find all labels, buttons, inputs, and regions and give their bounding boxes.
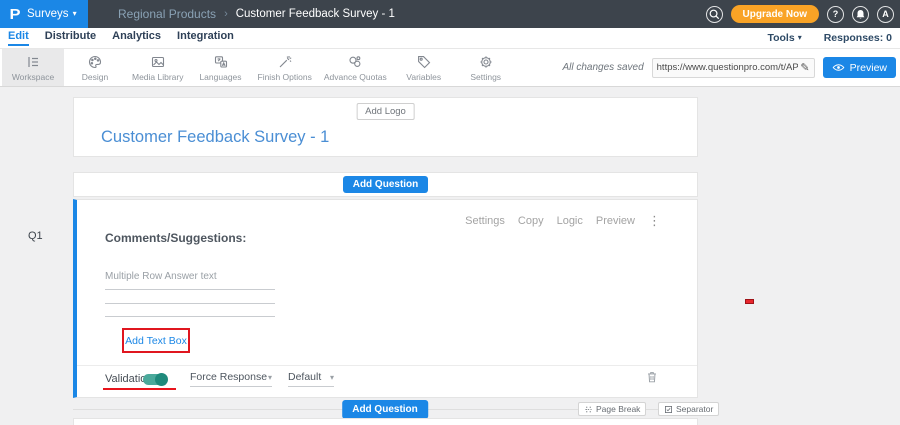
chevron-down-icon: ▾: [798, 34, 802, 42]
survey-url-box: ✎: [652, 58, 815, 78]
survey-url-input[interactable]: [657, 62, 799, 73]
trash-icon: [645, 370, 659, 384]
add-question-button-bottom[interactable]: Add Question: [342, 400, 428, 419]
next-section-card: [73, 418, 698, 425]
tab-edit[interactable]: Edit: [8, 30, 29, 46]
gear-icon: [478, 54, 494, 70]
force-response-dropdown[interactable]: Force Response ▾: [190, 371, 272, 387]
question-actions: Settings Copy Logic Preview ⋮: [465, 213, 661, 229]
question-preview-link[interactable]: Preview: [596, 215, 635, 227]
upgrade-now-button[interactable]: Upgrade Now: [731, 5, 819, 23]
add-question-button-top[interactable]: Add Question: [343, 176, 429, 193]
validation-underline-annotation: [103, 388, 176, 390]
chevron-down-icon: ▾: [268, 373, 272, 382]
add-text-box-link[interactable]: Add Text Box: [125, 335, 187, 347]
top-navigation-bar: P Surveys ▾ Regional Products › Customer…: [0, 0, 900, 28]
toolbar-right: All changes saved ✎ Preview: [562, 48, 896, 87]
search-button[interactable]: [706, 6, 723, 23]
delete-question-button[interactable]: [645, 370, 659, 389]
answer-row-line[interactable]: [105, 289, 275, 290]
default-option-dropdown[interactable]: Default ▾: [288, 371, 334, 387]
palette-icon: [87, 54, 103, 70]
question-settings-link[interactable]: Settings: [465, 215, 505, 227]
toggle-knob: [155, 373, 168, 386]
validation-toggle[interactable]: [143, 374, 167, 385]
breadcrumb-current: Customer Feedback Survey - 1: [236, 8, 395, 20]
add-question-strip: Add Question: [73, 172, 698, 197]
surveys-menu[interactable]: Surveys ▾: [27, 8, 77, 20]
toolbar-item-settings[interactable]: Settings: [455, 49, 517, 86]
survey-header-card: Add Logo Customer Feedback Survey - 1: [73, 97, 698, 157]
toolbar-item-media-library[interactable]: Media Library: [126, 49, 190, 86]
questionpro-logo-icon: P: [9, 6, 20, 23]
red-dash-annotation: [745, 299, 754, 304]
more-options-icon[interactable]: ⋮: [648, 213, 661, 229]
answer-placeholder[interactable]: Multiple Row Answer text: [105, 271, 217, 282]
answer-row-line[interactable]: [105, 316, 275, 317]
toolbar-item-finish-options[interactable]: Finish Options: [252, 49, 318, 86]
breadcrumb-parent[interactable]: Regional Products: [118, 7, 216, 21]
toolbar-item-advance-quotas[interactable]: Advance Quotas: [318, 49, 393, 86]
account-avatar[interactable]: A: [877, 6, 894, 23]
toolbar-item-workspace[interactable]: Workspace: [2, 49, 64, 86]
notifications-button[interactable]: [852, 6, 869, 23]
section-tabbar: Edit Distribute Analytics Integration To…: [0, 28, 900, 48]
page-break-button[interactable]: Page Break: [578, 402, 646, 416]
tab-analytics[interactable]: Analytics: [112, 30, 161, 46]
survey-title[interactable]: Customer Feedback Survey - 1: [101, 128, 329, 147]
responses-count[interactable]: Responses: 0: [824, 32, 892, 44]
breadcrumb: Regional Products › Customer Feedback Su…: [118, 7, 395, 21]
eye-icon: [832, 61, 845, 74]
image-icon: [150, 54, 166, 70]
quotas-icon: [347, 54, 363, 70]
chevron-down-icon: ▾: [73, 10, 77, 18]
save-status: All changes saved: [562, 62, 643, 73]
separator-checkbox-icon: [664, 405, 673, 414]
answer-row-line[interactable]: [105, 303, 275, 304]
edit-url-pencil-icon[interactable]: ✎: [800, 61, 809, 74]
search-icon: [707, 7, 722, 22]
question-footer-divider: [77, 365, 697, 366]
chevron-down-icon: ▾: [330, 373, 334, 382]
separator-button[interactable]: Separator: [658, 402, 719, 416]
add-logo-button[interactable]: Add Logo: [356, 103, 415, 120]
toolbar-item-languages[interactable]: Languages: [190, 49, 252, 86]
page-break-icon: [584, 405, 593, 414]
question-logic-link[interactable]: Logic: [557, 215, 583, 227]
tab-integration[interactable]: Integration: [177, 30, 234, 46]
breadcrumb-separator-icon: ›: [224, 8, 228, 20]
toolbar-item-variables[interactable]: Variables: [393, 49, 455, 86]
help-button[interactable]: ?: [827, 6, 844, 23]
add-text-box-highlight-annotation: Add Text Box: [122, 328, 190, 353]
topbar-actions: Upgrade Now ? A: [706, 0, 894, 28]
workspace-icon: [25, 54, 41, 70]
survey-editor-app: P Surveys ▾ Regional Products › Customer…: [0, 0, 900, 425]
question-text[interactable]: Comments/Suggestions:: [105, 231, 246, 245]
question-copy-link[interactable]: Copy: [518, 215, 544, 227]
tag-icon: [416, 54, 432, 70]
bell-icon: [853, 7, 868, 22]
tools-menu[interactable]: Tools ▾: [767, 32, 801, 44]
preview-button[interactable]: Preview: [823, 57, 896, 78]
translate-icon: [213, 54, 229, 70]
toolbar-item-design[interactable]: Design: [64, 49, 126, 86]
question-card: Settings Copy Logic Preview ⋮ Comments/S…: [73, 199, 698, 398]
magic-wand-icon: [277, 54, 293, 70]
question-number-label: Q1: [28, 230, 43, 242]
product-switcher[interactable]: P Surveys ▾: [0, 0, 88, 28]
tab-distribute[interactable]: Distribute: [45, 30, 96, 46]
